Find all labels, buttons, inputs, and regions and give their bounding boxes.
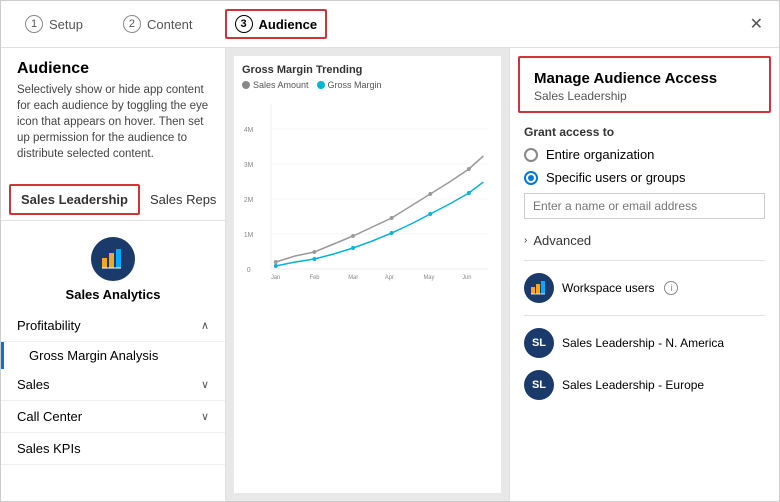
chart-title: Gross Margin Trending [242, 64, 493, 76]
advanced-row[interactable]: › Advanced [524, 227, 765, 254]
nav-item-sales[interactable]: Sales ∨ [1, 369, 225, 401]
legend-label-sales: Sales Amount [253, 80, 309, 90]
info-icon[interactable]: i [664, 281, 678, 295]
app-icon-area: Sales Analytics [1, 221, 225, 310]
legend-dot-sales [242, 81, 250, 89]
chart-legend: Sales Amount Gross Margin [242, 80, 493, 90]
svg-text:Jan: Jan [271, 275, 280, 281]
radio-circle-specific [524, 171, 538, 185]
svg-text:1M: 1M [244, 232, 254, 239]
svg-text:Apr: Apr [385, 275, 394, 281]
user-avatar-eu: SL [524, 370, 554, 400]
modal-body: Audience Selectively show or hide app co… [1, 48, 779, 501]
divider [524, 260, 765, 261]
audience-tabs: Sales Leadership Sales Reps + New Audien… [1, 178, 225, 221]
step-audience-num: 3 [235, 15, 253, 33]
chevron-right-icon: › [524, 235, 527, 246]
svg-text:2M: 2M [244, 197, 254, 204]
advanced-label: Advanced [533, 233, 591, 248]
radio-circle-org [524, 148, 538, 162]
svg-text:Feb: Feb [310, 275, 321, 281]
nav-sales-label: Sales [17, 377, 50, 392]
left-panel: Audience Selectively show or hide app co… [1, 48, 226, 501]
right-panel: › Manage Audience Access Sales Leadershi… [509, 48, 779, 501]
audience-section-title: Audience [17, 60, 209, 78]
preview-content: Gross Margin Trending Sales Amount Gross… [234, 56, 501, 493]
preview-area: Gross Margin Trending Sales Amount Gross… [226, 48, 509, 501]
step-setup-label: Setup [49, 17, 83, 32]
step-content-label: Content [147, 17, 193, 32]
close-button[interactable]: ✕ [750, 14, 763, 34]
radio-entire-org[interactable]: Entire organization [524, 147, 765, 162]
nav-item-call-center[interactable]: Call Center ∨ [1, 401, 225, 433]
workspace-chart-icon [530, 279, 548, 297]
svg-text:Jun: Jun [462, 275, 471, 281]
user-row-eu: SL Sales Leadership - Europe [524, 364, 765, 406]
chevron-down-icon: ∨ [201, 378, 209, 391]
chart-svg: 0 1M 2M 3M 4M [242, 94, 493, 294]
legend-dot-margin [317, 81, 325, 89]
manage-audience-header: Manage Audience Access Sales Leadership [518, 56, 771, 113]
svg-text:3M: 3M [244, 162, 254, 169]
step-setup[interactable]: 1 Setup [17, 9, 91, 39]
grant-access-label: Grant access to [524, 125, 765, 139]
audience-description: Selectively show or hide app content for… [17, 82, 209, 162]
app-name: Sales Analytics [66, 287, 161, 302]
workspace-users-row: Workspace users i [524, 267, 765, 309]
step-content-num: 2 [123, 15, 141, 33]
workspace-label: Workspace users [562, 281, 654, 295]
svg-text:May: May [423, 275, 434, 281]
divider-2 [524, 315, 765, 316]
step-content[interactable]: 2 Content [115, 9, 201, 39]
chevron-down-icon-2: ∨ [201, 410, 209, 423]
right-content: Grant access to Entire organization Spec… [510, 121, 779, 410]
nav-call-center-label: Call Center [17, 409, 82, 424]
nav-gross-margin-label: Gross Margin Analysis [29, 348, 158, 363]
bar-chart-icon [100, 246, 126, 272]
tab-sales-reps[interactable]: Sales Reps [140, 186, 226, 213]
steps-container: 1 Setup 2 Content 3 Audience [17, 9, 750, 39]
nav-item-sales-kpis[interactable]: Sales KPIs [1, 433, 225, 465]
workspace-icon [524, 273, 554, 303]
nav-sales-kpis-label: Sales KPIs [17, 441, 81, 456]
step-setup-num: 1 [25, 15, 43, 33]
nav-profitability-label: Profitability [17, 318, 81, 333]
radio-specific-label: Specific users or groups [546, 170, 685, 185]
radio-specific-users[interactable]: Specific users or groups [524, 170, 765, 185]
radio-org-label: Entire organization [546, 147, 654, 162]
middle-panel: Gross Margin Trending Sales Amount Gross… [226, 48, 509, 501]
legend-item-margin: Gross Margin [317, 80, 382, 90]
step-audience[interactable]: 3 Audience [225, 9, 328, 39]
app-icon [91, 237, 135, 281]
audience-header: Audience Selectively show or hide app co… [1, 48, 225, 178]
tab-sales-leadership[interactable]: Sales Leadership [9, 184, 140, 215]
modal-container: 1 Setup 2 Content 3 Audience ✕ Audience … [0, 0, 780, 502]
user-name-na: Sales Leadership - N. America [562, 336, 724, 350]
step-audience-label: Audience [259, 17, 318, 32]
user-name-eu: Sales Leadership - Europe [562, 378, 704, 392]
nav-item-profitability[interactable]: Profitability ∧ [1, 310, 225, 342]
legend-label-margin: Gross Margin [328, 80, 382, 90]
modal-header: 1 Setup 2 Content 3 Audience ✕ [1, 1, 779, 48]
user-avatar-na: SL [524, 328, 554, 358]
svg-text:Mar: Mar [348, 275, 358, 281]
svg-text:4M: 4M [244, 127, 254, 134]
chevron-up-icon: ∧ [201, 319, 209, 332]
svg-text:0: 0 [247, 267, 251, 274]
search-users-input[interactable] [524, 193, 765, 219]
chart-area: 0 1M 2M 3M 4M [242, 94, 493, 294]
user-row-na: SL Sales Leadership - N. America [524, 322, 765, 364]
legend-item-sales: Sales Amount [242, 80, 309, 90]
manage-subtitle: Sales Leadership [534, 89, 755, 103]
manage-title: Manage Audience Access [534, 70, 755, 87]
left-nav: Sales Analytics Profitability ∧ Gross Ma… [1, 221, 225, 501]
nav-item-gross-margin[interactable]: Gross Margin Analysis [1, 342, 225, 369]
